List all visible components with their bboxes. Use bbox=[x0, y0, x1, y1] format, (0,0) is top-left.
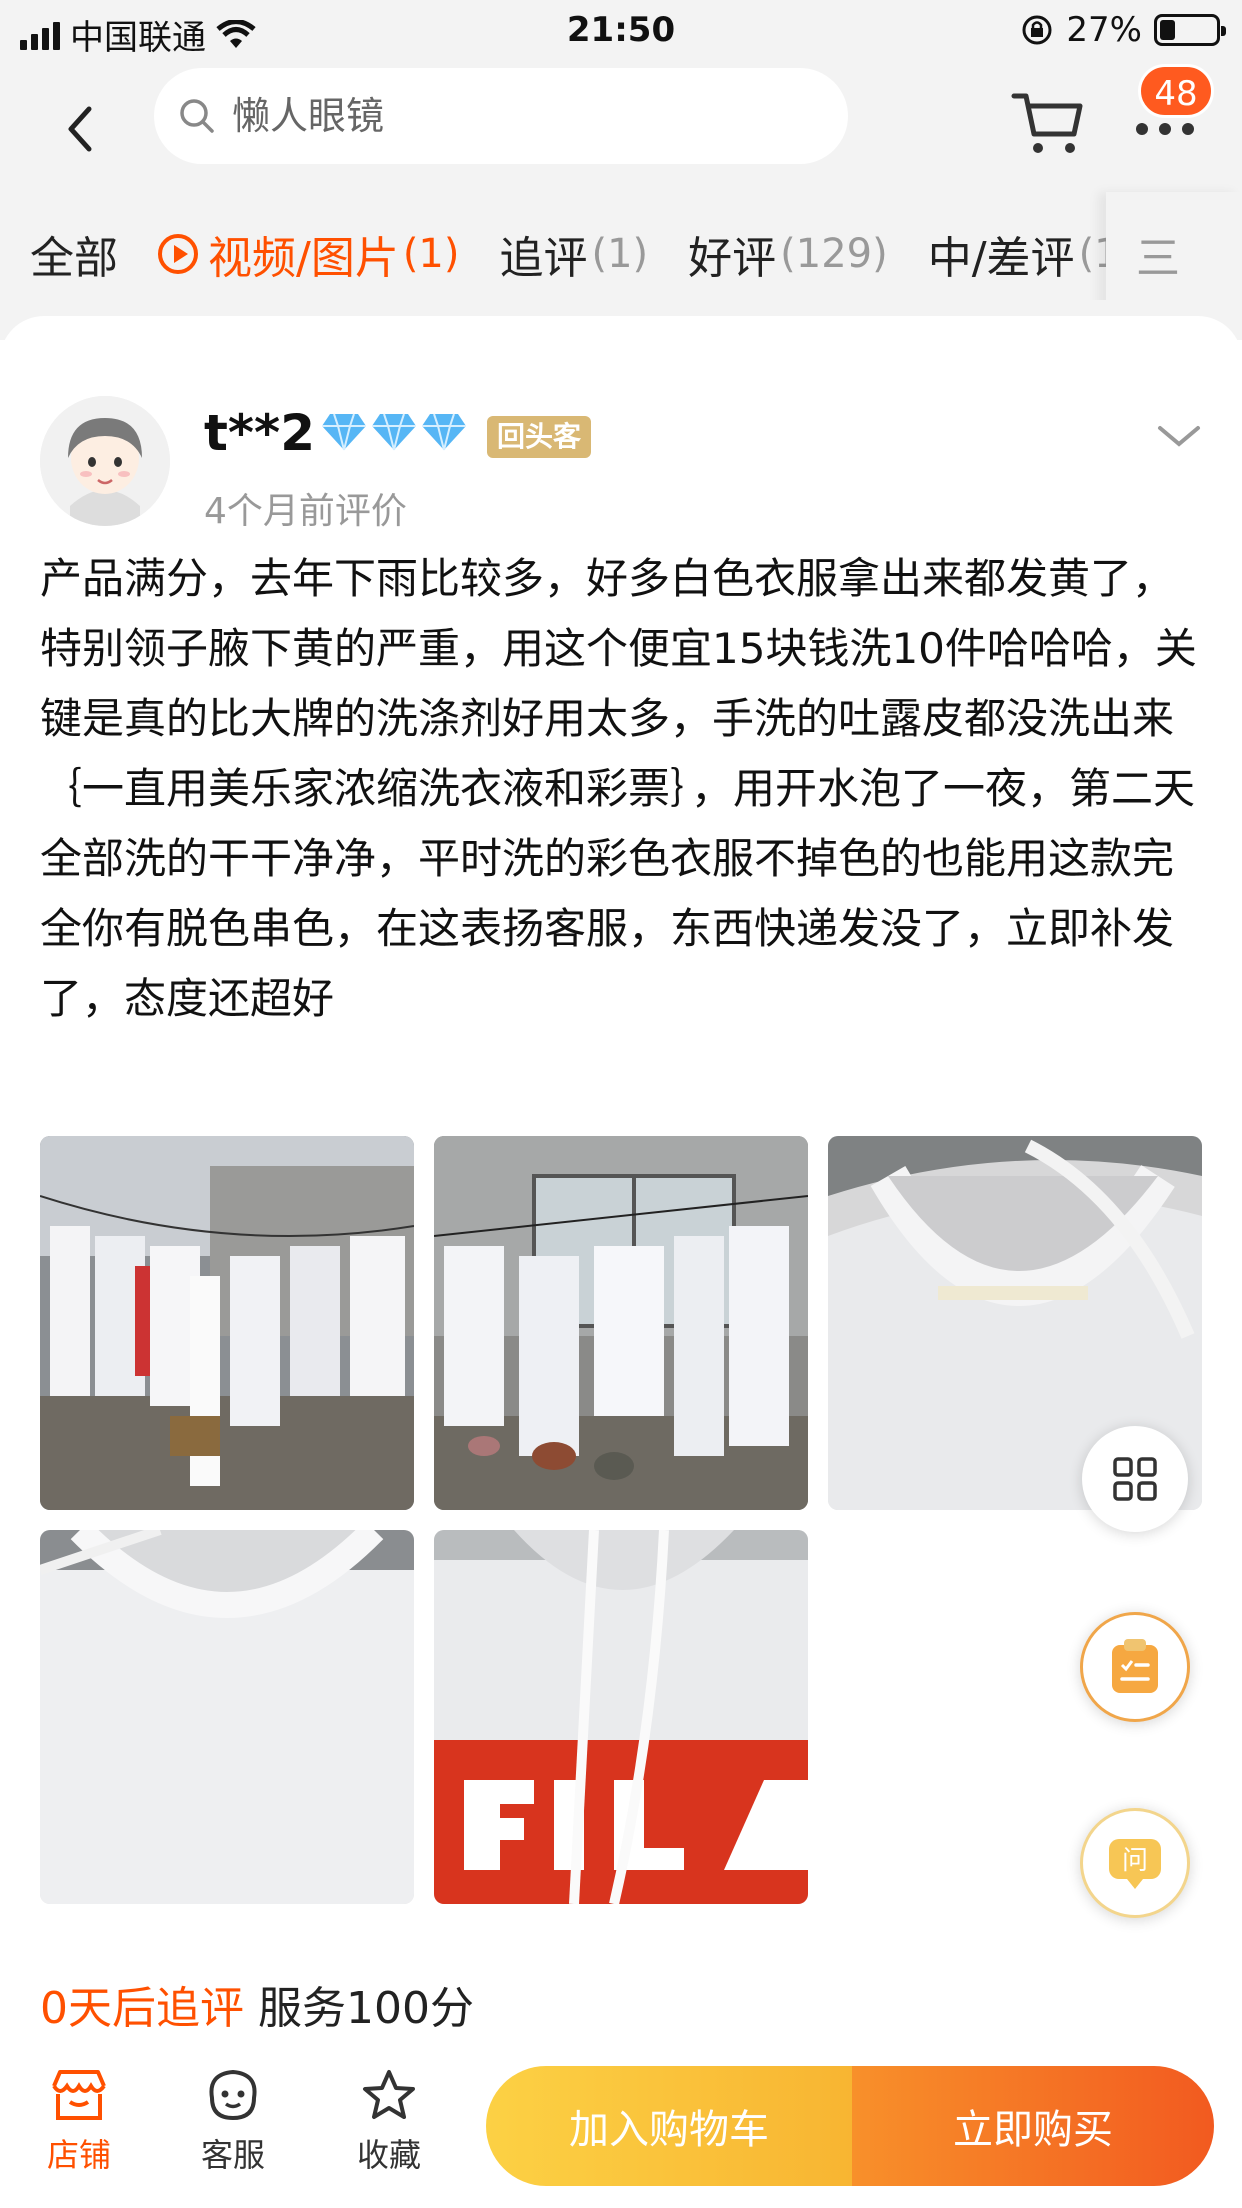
review-photo[interactable] bbox=[434, 1136, 808, 1510]
nav-bar: 48 bbox=[0, 64, 1242, 192]
shop-label: 店铺 bbox=[46, 2136, 111, 2174]
checklist-button[interactable] bbox=[1080, 1612, 1190, 1722]
dot-icon bbox=[1182, 123, 1194, 135]
bottom-action-bar: 店铺 客服 收藏 加入购物车 立即购买 bbox=[0, 2036, 1242, 2208]
back-button[interactable] bbox=[50, 94, 110, 164]
tab-all[interactable]: 全部 bbox=[30, 222, 118, 286]
grid-icon bbox=[1113, 1457, 1157, 1501]
avatar[interactable] bbox=[40, 396, 170, 526]
filter-tabs: 全部 视频/图片 (1) 追评 (1) 好评 (129) 中/差评 (1 bbox=[30, 222, 1110, 286]
customer-service-button[interactable]: 客服 bbox=[178, 2068, 288, 2176]
tab-positive[interactable]: 好评 (129) bbox=[688, 222, 888, 286]
tab-label: 追评 bbox=[499, 233, 588, 284]
status-bar: 中国联通 21:50 27% bbox=[0, 0, 1242, 64]
photo-neckline bbox=[40, 1530, 414, 1904]
diamond-icon bbox=[422, 413, 466, 451]
expand-button[interactable] bbox=[1154, 416, 1204, 456]
search-input[interactable] bbox=[232, 94, 792, 138]
chevron-left-icon bbox=[68, 106, 92, 152]
add-to-cart-button[interactable]: 加入购物车 bbox=[486, 2066, 852, 2186]
follow-up-label: 0天后追评 bbox=[40, 1983, 244, 2034]
cart-icon bbox=[1011, 93, 1083, 153]
review-text: 产品满分，去年下雨比较多，好多白色衣服拿出来都发黄了，特别领子腋下黄的严重，用这… bbox=[40, 554, 1197, 1023]
tab-follow-up[interactable]: 追评 (1) bbox=[500, 222, 649, 286]
returning-customer-badge: 回头客 bbox=[487, 416, 592, 458]
dot-icon bbox=[1136, 123, 1148, 135]
customer-service-icon bbox=[209, 2069, 257, 2121]
username: t**2 bbox=[204, 404, 315, 462]
avatar-image bbox=[40, 396, 170, 526]
follow-up-line: 0天后追评 服务100分 bbox=[40, 1972, 474, 2036]
tab-label: 好评 bbox=[688, 233, 777, 284]
buy-now-button[interactable]: 立即购买 bbox=[852, 2066, 1214, 2186]
message-count-badge: 48 bbox=[1138, 64, 1214, 118]
favorite-button[interactable]: 收藏 bbox=[334, 2068, 444, 2176]
checklist-icon bbox=[1112, 1639, 1158, 1693]
tab-count: (1) bbox=[591, 231, 649, 277]
tab-label: 全部 bbox=[30, 233, 118, 284]
service-label: 客服 bbox=[200, 2136, 265, 2174]
battery-level bbox=[1160, 20, 1175, 40]
tabs-menu-button[interactable]: 三 bbox=[1106, 192, 1242, 316]
review-time: 4个月前评价 bbox=[204, 491, 407, 532]
shop-icon bbox=[52, 2070, 106, 2120]
ask-button[interactable]: 问 bbox=[1080, 1808, 1190, 1918]
photo-hanging-clothes bbox=[434, 1136, 808, 1510]
grid-view-button[interactable] bbox=[1082, 1426, 1188, 1532]
review-photo[interactable] bbox=[40, 1136, 414, 1510]
ask-bubble-icon: 问 bbox=[1109, 1839, 1161, 1889]
status-right: 27% bbox=[1020, 10, 1226, 50]
rotation-lock-icon bbox=[1022, 15, 1052, 45]
tab-label: 中/差评 bbox=[927, 233, 1075, 284]
tab-media[interactable]: 视频/图片 (1) bbox=[158, 222, 460, 286]
service-score: 服务100分 bbox=[258, 1983, 474, 2034]
filter-tabs-bar: 全部 视频/图片 (1) 追评 (1) 好评 (129) 中/差评 (1 三 bbox=[0, 192, 1242, 316]
chevron-down-icon bbox=[1158, 426, 1200, 447]
menu-icon: 三 bbox=[1136, 233, 1180, 284]
battery-percent: 27% bbox=[1066, 10, 1142, 50]
dot-icon bbox=[1159, 123, 1171, 135]
photo-laundry-yard bbox=[40, 1136, 414, 1510]
photo-fila-hoodie bbox=[434, 1530, 808, 1904]
review-photo[interactable] bbox=[434, 1530, 808, 1904]
favorite-label: 收藏 bbox=[356, 2136, 421, 2174]
user-level-badge bbox=[320, 412, 468, 452]
review-card: t**2 回头客 4个月前评价 产品满分，去年下雨比较多，好多白色衣服拿出来都发… bbox=[0, 316, 1242, 2036]
search-box[interactable] bbox=[154, 68, 848, 164]
ask-label: 问 bbox=[1122, 1846, 1148, 1876]
search-icon bbox=[180, 99, 214, 133]
star-icon bbox=[363, 2070, 415, 2119]
cart-button[interactable] bbox=[1010, 88, 1086, 158]
play-icon bbox=[158, 234, 198, 274]
review-photo[interactable] bbox=[40, 1530, 414, 1904]
tab-label: 视频/图片 bbox=[208, 233, 399, 284]
shop-button[interactable]: 店铺 bbox=[24, 2068, 134, 2176]
tab-count: (1) bbox=[402, 231, 460, 277]
diamond-icon bbox=[372, 413, 416, 451]
tab-count: (129) bbox=[780, 231, 888, 277]
battery-icon bbox=[1154, 14, 1226, 46]
tab-neutral-negative[interactable]: 中/差评 (1 bbox=[928, 222, 1110, 286]
diamond-icon bbox=[322, 413, 366, 451]
